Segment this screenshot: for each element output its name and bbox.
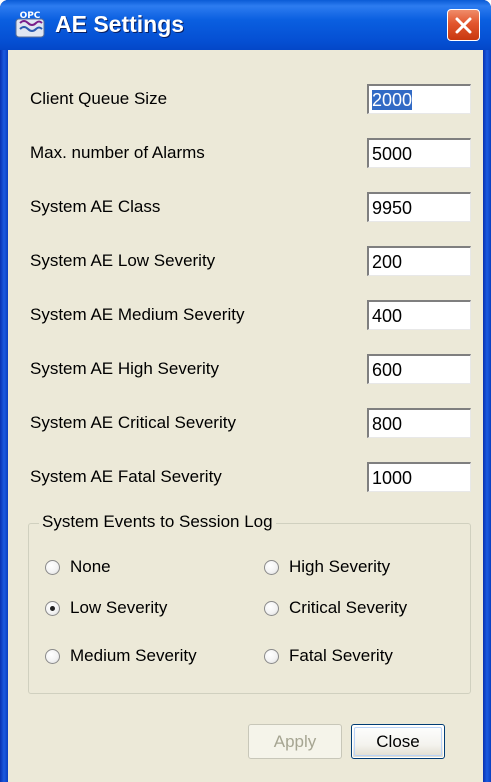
apply-button[interactable]: Apply [248, 724, 342, 759]
title-bar[interactable]: OPC AE Settings [0, 0, 491, 50]
close-button[interactable]: Close [351, 724, 445, 759]
fatal-severity-label: System AE Fatal Severity [30, 467, 222, 486]
window-frame-right [483, 50, 491, 782]
radio-circle-icon [45, 560, 60, 575]
medium-severity-input[interactable]: 400 [367, 300, 471, 330]
system-ae-class-label: System AE Class [30, 197, 161, 216]
high-severity-input[interactable]: 600 [367, 354, 471, 384]
ae-settings-dialog: OPC AE Settings Client Queue Size 2000 M… [0, 0, 491, 782]
system-ae-class-input[interactable]: 9950 [367, 192, 471, 222]
client-queue-size-label: Client Queue Size [30, 89, 168, 108]
high-severity-label: System AE High Severity [30, 359, 219, 378]
radio-circle-icon [264, 649, 279, 664]
opc-icon-text: OPC [20, 11, 41, 21]
radio-circle-icon [45, 649, 60, 664]
close-x-icon [455, 17, 472, 34]
fatal-severity-input[interactable]: 1000 [367, 462, 471, 492]
client-queue-size-input[interactable]: 2000 [367, 84, 471, 114]
radio-checked-icon [45, 601, 60, 616]
max-alarms-input[interactable]: 5000 [367, 138, 471, 168]
critical-severity-label: System AE Critical Severity [30, 413, 236, 432]
radio-circle-icon [264, 601, 279, 616]
opc-app-icon: OPC [14, 9, 46, 39]
max-alarms-label: Max. number of Alarms [30, 143, 205, 162]
critical-severity-input[interactable]: 800 [367, 408, 471, 438]
window-title: AE Settings [55, 11, 185, 37]
radio-circle-icon [264, 560, 279, 575]
low-severity-input[interactable]: 200 [367, 246, 471, 276]
window-frame-left [0, 50, 8, 782]
medium-severity-label: System AE Medium Severity [30, 305, 245, 324]
low-severity-label: System AE Low Severity [30, 251, 216, 270]
session-log-legend: System Events to Session Log [39, 512, 276, 532]
close-button-label: Close [376, 732, 420, 751]
close-window-button[interactable] [447, 9, 480, 41]
